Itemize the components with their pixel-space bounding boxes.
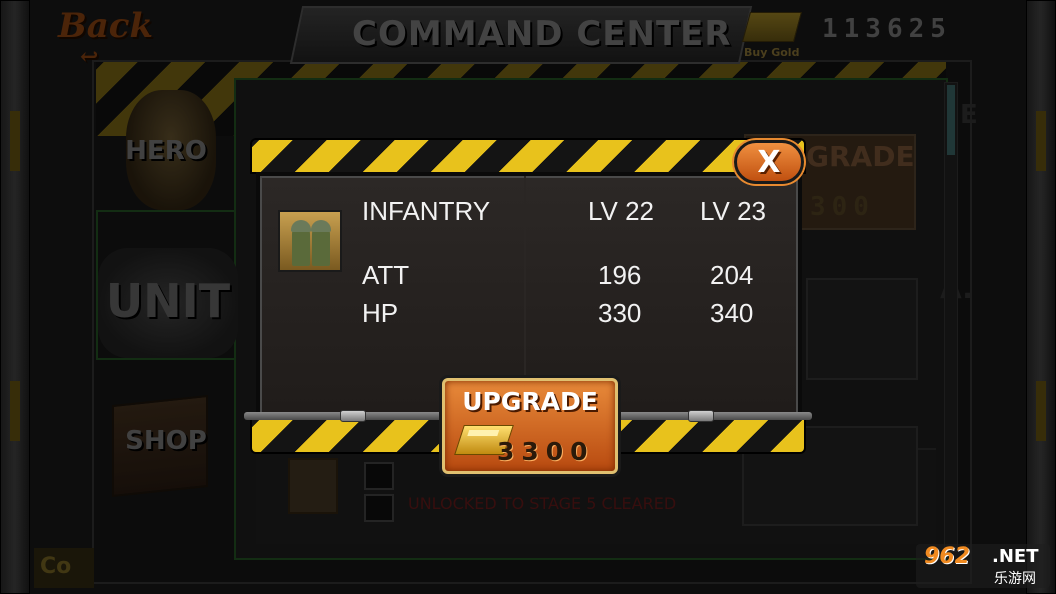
- unit-name: INFANTRY: [362, 196, 491, 226]
- att-next-value: 204: [710, 260, 754, 290]
- level-current: LV 22: [588, 196, 655, 226]
- soldier-figure: [292, 226, 310, 266]
- hp-next-value: 340: [710, 298, 754, 328]
- level-next: LV 23: [700, 196, 767, 226]
- hp-current-value: 330: [598, 298, 642, 328]
- rivet: [340, 410, 366, 422]
- helmet: [311, 220, 331, 232]
- upgrade-button[interactable]: UPGRADE 3300: [442, 378, 618, 474]
- watermark-number: 962: [924, 544, 970, 569]
- infantry-unit-icon: [278, 210, 342, 272]
- hazard-stripe-top: [250, 138, 806, 174]
- hp-label: HP: [362, 298, 399, 328]
- watermark-suffix: .NET: [992, 546, 1039, 567]
- upgrade-label: UPGRADE: [462, 387, 598, 416]
- close-button[interactable]: X: [734, 140, 804, 184]
- att-label: ATT: [362, 260, 410, 290]
- soldier-figure: [312, 226, 330, 266]
- watermark-subtitle: 乐游网: [994, 571, 1036, 587]
- rivet: [688, 410, 714, 422]
- helmet: [291, 220, 311, 232]
- upgrade-cost: 3300: [497, 437, 595, 466]
- att-current-value: 196: [598, 260, 642, 290]
- frame-rail: [616, 412, 812, 420]
- close-icon: X: [757, 145, 781, 180]
- site-watermark: 962 .NET 乐游网: [916, 544, 1050, 588]
- upgrade-dialog: INFANTRY LV 22 LV 23 ATT 196 204 HP 330 …: [244, 136, 812, 474]
